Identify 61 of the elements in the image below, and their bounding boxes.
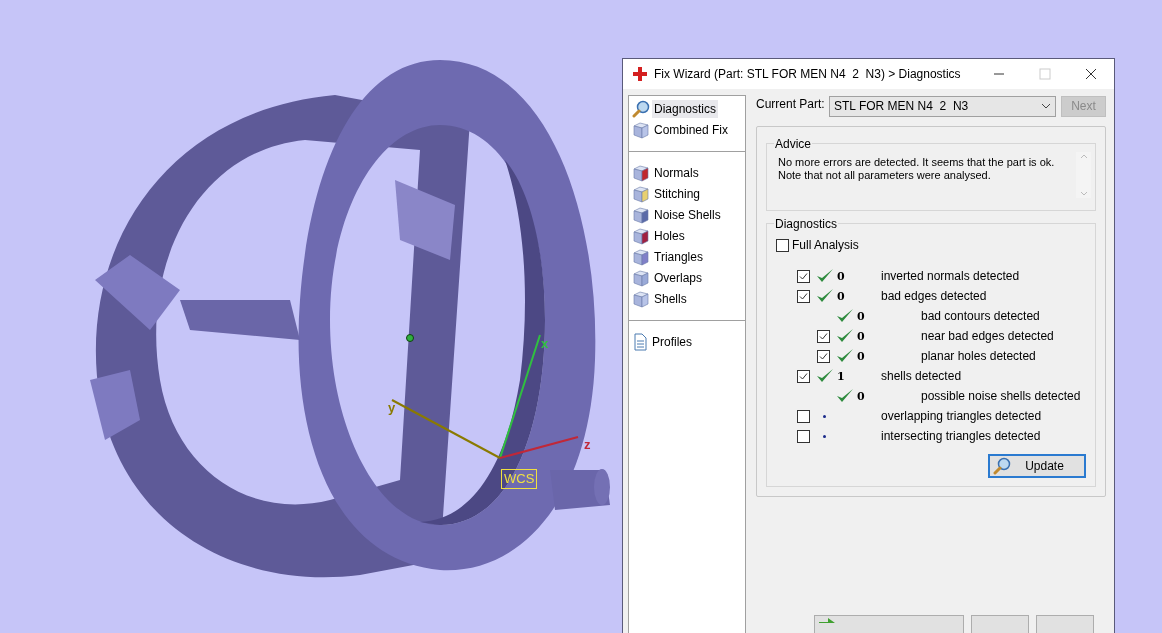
nav-item[interactable]: Normals (652, 163, 701, 182)
update-button[interactable]: Update (988, 454, 1086, 478)
nav-item[interactable]: Noise Shells (652, 205, 723, 224)
cube-icon (632, 226, 650, 245)
part-dropdown[interactable]: STL FOR MEN N4 2 N3 (829, 95, 1056, 117)
error-count: 0 (857, 309, 865, 323)
check-label: bad edges detected (881, 288, 987, 305)
magnifier-icon (632, 99, 650, 118)
arrow-icon (818, 616, 836, 624)
document-icon (632, 332, 648, 351)
magnifier-icon (993, 457, 1011, 475)
nav-item[interactable]: Holes (652, 226, 687, 245)
chevron-down-icon (1041, 103, 1051, 109)
checkbox[interactable] (797, 429, 810, 443)
nav-item[interactable]: Shells (652, 289, 689, 308)
checkbox[interactable] (797, 369, 810, 383)
checkbox-label: Full Analysis (792, 237, 859, 254)
cube-icon (632, 120, 650, 139)
nav-item[interactable]: Triangles (652, 247, 705, 266)
error-count: 0 (857, 389, 865, 403)
cube-icon (632, 184, 650, 203)
check-label: shells detected (881, 368, 962, 385)
nav-item[interactable]: Overlaps (652, 268, 705, 287)
cube-icon (632, 289, 650, 308)
checkbox[interactable] (817, 329, 830, 343)
check-label: possible noise shells detected (920, 388, 1081, 405)
checkbox[interactable] (797, 409, 810, 423)
checkbox[interactable] (797, 289, 810, 303)
cube-icon (632, 247, 650, 266)
close-icon[interactable] (1085, 68, 1097, 80)
nav-item[interactable]: Diagnostics (652, 99, 719, 118)
axis-label: x (541, 336, 549, 351)
advice-text: No more errors are detected. It seems that the part is ok. (778, 156, 1056, 169)
cube-icon (632, 163, 650, 182)
checkbox[interactable] (797, 269, 810, 283)
axis-label: z (584, 437, 591, 452)
pivot-point-icon (406, 334, 414, 342)
axis-label: y (388, 400, 396, 415)
cube-icon (632, 205, 650, 224)
nav-item[interactable]: Stitching (652, 184, 703, 203)
wcs-label: WCS (501, 469, 538, 489)
check-label: inverted normals detected (881, 268, 1020, 285)
check-label: bad contours detected (920, 308, 1040, 325)
nav-item[interactable]: Combined Fix (652, 120, 731, 139)
advice-text: Note that not all parameters were analysed. (778, 169, 992, 182)
check-label: near bad edges detected (920, 328, 1054, 345)
error-count: 1 (837, 369, 845, 383)
error-count: 0 (837, 289, 845, 303)
check-label: overlapping triangles detected (881, 408, 1042, 425)
cube-icon (632, 268, 650, 287)
field-label: Current Part: (756, 96, 826, 113)
cross-icon (632, 66, 648, 82)
nav-item[interactable]: Profiles (650, 332, 694, 351)
checkbox[interactable] (817, 349, 830, 363)
error-count: 0 (857, 349, 865, 363)
error-count: 0 (837, 269, 845, 283)
window-title: Fix Wizard (Part: STL FOR MEN N4 2 N3) > Diagnostics (654, 66, 961, 83)
check-label: intersecting triangles detected (881, 428, 1041, 445)
check-label: planar holes detected (920, 348, 1036, 365)
error-count: 0 (857, 329, 865, 343)
checkbox[interactable] (776, 238, 789, 252)
